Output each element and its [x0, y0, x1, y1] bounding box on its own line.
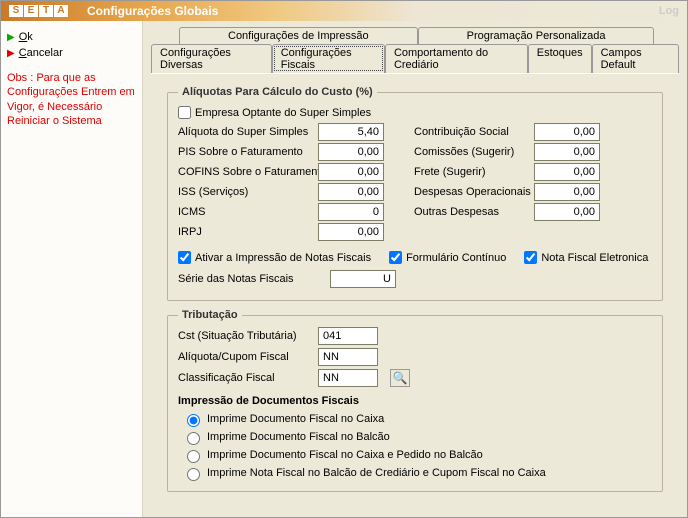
input-comissoes[interactable]: [534, 143, 600, 161]
ok-underline: O: [19, 31, 28, 43]
chk-optante-box[interactable]: [178, 106, 191, 119]
chk-formulario-box[interactable]: [389, 251, 402, 264]
chk-ativar-nf-label: Ativar a Impressão de Notas Fiscais: [195, 252, 371, 264]
input-despop[interactable]: [534, 183, 600, 201]
app-logo: SETA: [9, 5, 69, 17]
input-icms[interactable]: [318, 203, 384, 221]
search-icon: 🔍: [393, 371, 408, 385]
lbl-comissoes: Comissões (Sugerir): [414, 146, 534, 158]
radio-caixa-pedido-label: Imprime Documento Fiscal no Caixa e Pedi…: [207, 449, 483, 461]
tab-comportamento-crediario[interactable]: Comportamento do Crediário: [385, 44, 528, 73]
lbl-despop: Despesas Operacionais: [414, 186, 534, 198]
lbl-serie: Série das Notas Fiscais: [178, 273, 318, 285]
ok-rest: k: [27, 31, 33, 43]
chk-formulario-continuo[interactable]: Formulário Contínuo: [389, 251, 506, 264]
chk-optante-label: Empresa Optante do Super Simples: [195, 107, 371, 119]
cancel-underline: C: [19, 47, 27, 59]
input-cofins[interactable]: [318, 163, 384, 181]
lbl-cofins: COFINS Sobre o Faturamento: [178, 166, 318, 178]
impressao-docs-head: Impressão de Documentos Fiscais: [178, 395, 652, 407]
lbl-outras: Outras Despesas: [414, 206, 534, 218]
tab-config-fiscais[interactable]: Configurações Fiscais: [272, 44, 385, 73]
radio-nf-balcao-label: Imprime Nota Fiscal no Balcão de Crediár…: [207, 467, 546, 479]
input-aliq-cupom[interactable]: [318, 348, 378, 366]
input-irpj[interactable]: [318, 223, 384, 241]
lbl-frete: Frete (Sugerir): [414, 166, 534, 178]
lbl-aliq-cupom: Alíquota/Cupom Fiscal: [178, 351, 318, 363]
input-frete[interactable]: [534, 163, 600, 181]
tab-content: Alíquotas Para Cálculo do Custo (%) Empr…: [151, 74, 679, 506]
radio-caixa-input[interactable]: [187, 414, 200, 427]
chk-nfe[interactable]: Nota Fiscal Eletronica: [524, 251, 648, 264]
radio-balcao-label: Imprime Documento Fiscal no Balcão: [207, 431, 390, 443]
chk-ativar-nf[interactable]: Ativar a Impressão de Notas Fiscais: [178, 251, 371, 264]
cancel-button[interactable]: ▶ Cancelar: [7, 45, 136, 61]
chk-formulario-label: Formulário Contínuo: [406, 252, 506, 264]
titlebar: SETA Configurações Globais Log: [1, 1, 687, 21]
chk-optante[interactable]: Empresa Optante do Super Simples: [178, 106, 652, 119]
radio-caixa-pedido[interactable]: Imprime Documento Fiscal no Caixa e Pedi…: [182, 447, 652, 463]
main-panel: Configurações de Impressão Programação P…: [143, 21, 687, 517]
tributacao-group: Tributação Cst (Situação Tributária) Alí…: [167, 309, 663, 492]
aliquotas-group: Alíquotas Para Cálculo do Custo (%) Empr…: [167, 86, 663, 301]
radio-balcao-input[interactable]: [187, 432, 200, 445]
lbl-classificacao: Classificação Fiscal: [178, 372, 318, 384]
input-contrib[interactable]: [534, 123, 600, 141]
tributacao-legend: Tributação: [178, 309, 242, 321]
lookup-button[interactable]: 🔍: [390, 369, 410, 387]
tab-config-impressao[interactable]: Configurações de Impressão: [179, 27, 418, 44]
tabs-top: Configurações de Impressão Programação P…: [179, 27, 679, 44]
window-title: Configurações Globais: [87, 4, 218, 18]
lbl-icms: ICMS: [178, 206, 318, 218]
lbl-irpj: IRPJ: [178, 226, 318, 238]
radio-nf-balcao[interactable]: Imprime Nota Fiscal no Balcão de Crediár…: [182, 465, 652, 481]
input-pis[interactable]: [318, 143, 384, 161]
radio-caixa-pedido-input[interactable]: [187, 450, 200, 463]
radio-nf-balcao-input[interactable]: [187, 468, 200, 481]
lbl-iss: ISS (Serviços): [178, 186, 318, 198]
aliquotas-legend: Alíquotas Para Cálculo do Custo (%): [178, 86, 377, 98]
chk-nfe-box[interactable]: [524, 251, 537, 264]
input-iss[interactable]: [318, 183, 384, 201]
sidebar: ▶ Ok ▶ Cancelar Obs : Para que as Config…: [1, 21, 143, 517]
input-supersimples[interactable]: [318, 123, 384, 141]
arrow-right-icon: ▶: [7, 48, 15, 59]
chk-ativar-nf-box[interactable]: [178, 251, 191, 264]
input-cst[interactable]: [318, 327, 378, 345]
tab-campos-default[interactable]: Campos Default: [592, 44, 679, 73]
sidebar-obs: Obs : Para que as Configurações Entrem e…: [7, 71, 136, 128]
tabs-bottom: Configurações Diversas Configurações Fis…: [151, 44, 679, 73]
tab-estoques[interactable]: Estoques: [528, 44, 592, 73]
chk-nfe-label: Nota Fiscal Eletronica: [541, 252, 648, 264]
lbl-pis: PIS Sobre o Faturamento: [178, 146, 318, 158]
input-outras[interactable]: [534, 203, 600, 221]
arrow-right-icon: ▶: [7, 32, 15, 43]
radio-caixa-label: Imprime Documento Fiscal no Caixa: [207, 413, 384, 425]
input-serie[interactable]: [330, 270, 396, 288]
lbl-supersimples: Alíquota do Super Simples: [178, 126, 318, 138]
lbl-contrib: Contribuição Social: [414, 126, 534, 138]
ok-button[interactable]: ▶ Ok: [7, 29, 136, 45]
radio-caixa[interactable]: Imprime Documento Fiscal no Caixa: [182, 411, 652, 427]
input-classificacao[interactable]: [318, 369, 378, 387]
lbl-cst: Cst (Situação Tributária): [178, 330, 318, 342]
cancel-rest: ancelar: [27, 47, 63, 59]
tab-programacao-personalizada[interactable]: Programação Personalizada: [418, 27, 655, 44]
radio-balcao[interactable]: Imprime Documento Fiscal no Balcão: [182, 429, 652, 445]
tab-config-diversas[interactable]: Configurações Diversas: [151, 44, 272, 73]
log-link[interactable]: Log: [659, 5, 679, 17]
